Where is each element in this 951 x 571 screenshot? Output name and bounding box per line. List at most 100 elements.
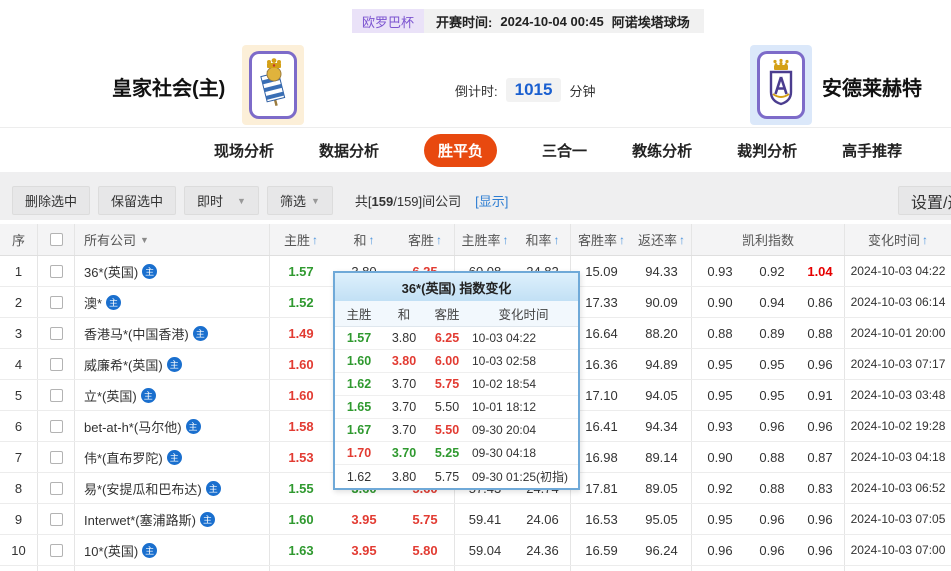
venue: 阿诺埃塔球场 [612,12,690,31]
home-odds-cell[interactable]: 1.58 [270,411,332,441]
kelly-away-cell: 0.91 [796,380,845,410]
row-checkbox-cell [38,349,75,379]
home-odds-cell[interactable]: 1.60 [270,380,332,410]
away-odds-cell[interactable]: 5.75 [396,504,455,534]
home-odds-cell[interactable]: 1.60 [270,349,332,379]
header-return-rate[interactable]: 返还率↑ [632,224,692,255]
company-cell[interactable]: 易*(安提瓜和巴布达) 主 [75,473,270,503]
row-checkbox[interactable] [50,544,63,557]
header-home-rate[interactable]: 主胜率↑ [455,224,515,255]
header-away-rate[interactable]: 客胜率↑ [571,224,632,255]
filter-dropdown[interactable]: 筛选▼ [267,186,333,215]
home-odds-cell[interactable]: 1.52 [270,287,332,317]
company-name[interactable]: 澳* [84,293,102,312]
main-company-icon[interactable]: 主 [167,450,182,465]
row-checkbox[interactable] [50,327,63,340]
row-checkbox[interactable] [50,513,63,526]
main-company-icon[interactable]: 主 [142,264,157,279]
company-name[interactable]: 立*(英国) [84,386,137,405]
company-name[interactable]: 伟*(直布罗陀) [84,448,163,467]
main-company-icon[interactable]: 主 [142,543,157,558]
main-company-icon[interactable]: 主 [167,357,182,372]
row-checkbox[interactable] [50,482,63,495]
nav-tab[interactable]: 裁判分析 [737,140,797,161]
company-cell[interactable]: 伟*(直布罗陀) 主 [75,442,270,472]
away-rate-cell: 17.81 [571,473,632,503]
table-header: 序 所有公司▼ 主胜↑ 和↑ 客胜↑ 主胜率↑ 和率↑ 客胜率↑ 返还率↑ 凯利… [0,224,951,256]
main-company-icon[interactable]: 主 [200,512,215,527]
popup-time-cell: 10-03 04:22 [469,331,578,345]
row-checkbox[interactable] [50,358,63,371]
nav-tab[interactable]: 胜平负 [424,134,497,167]
nav-tab[interactable]: 高手推荐 [842,140,902,161]
nav-tab[interactable]: 教练分析 [632,140,692,161]
header-home-odds[interactable]: 主胜↑ [270,224,332,255]
show-link[interactable]: [显示] [475,191,508,210]
row-checkbox[interactable] [50,296,63,309]
settings-button[interactable]: 设置/选择 [898,186,951,215]
row-checkbox[interactable] [50,451,63,464]
row-number: 10 [0,535,38,565]
row-checkbox-cell [38,318,75,348]
company-name[interactable]: 香港马*(中国香港) [84,324,189,343]
home-odds-cell[interactable] [270,566,332,571]
company-name[interactable]: 易*(安提瓜和巴布达) [84,479,202,498]
sort-asc-icon: ↑ [554,233,560,247]
company-cell[interactable]: Interwet*(塞浦路斯) 主 [75,504,270,534]
home-odds-cell[interactable]: 1.49 [270,318,332,348]
draw-odds-cell[interactable] [332,566,396,571]
header-away-odds[interactable]: 客胜↑ [396,224,455,255]
keep-selected-button[interactable]: 保留选中 [98,186,176,215]
draw-odds-cell[interactable]: 3.95 [332,504,396,534]
company-cell[interactable]: bet-at-h*(马尔他) 主 [75,411,270,441]
home-team-name: 皇家社会(主) [112,72,225,101]
instant-dropdown[interactable]: 即时▼ [184,186,259,215]
company-name[interactable]: bet-at-h*(马尔他) [84,417,182,436]
home-odds-cell[interactable]: 1.55 [270,473,332,503]
draw-odds-cell[interactable]: 3.95 [332,535,396,565]
company-cell[interactable] [75,566,270,571]
home-odds-cell[interactable]: 1.53 [270,442,332,472]
away-odds-cell[interactable] [396,566,455,571]
home-odds-cell[interactable]: 1.57 [270,256,332,286]
sort-asc-icon: ↑ [436,233,442,247]
nav-tab[interactable]: 三合一 [542,140,587,161]
kelly-away-cell: 0.96 [796,349,845,379]
away-odds-cell[interactable]: 5.80 [396,535,455,565]
row-checkbox[interactable] [50,420,63,433]
company-cell[interactable]: 澳* 主 [75,287,270,317]
home-odds-cell[interactable]: 1.63 [270,535,332,565]
company-cell[interactable]: 威廉希*(英国) 主 [75,349,270,379]
main-company-icon[interactable]: 主 [193,326,208,341]
company-name[interactable]: 威廉希*(英国) [84,355,163,374]
company-cell[interactable]: 香港马*(中国香港) 主 [75,318,270,348]
main-company-icon[interactable]: 主 [106,295,121,310]
company-cell[interactable]: 36*(英国) 主 [75,256,270,286]
company-name[interactable]: 36*(英国) [84,262,138,281]
row-checkbox[interactable] [50,265,63,278]
company-name[interactable]: 10*(英国) [84,541,138,560]
main-company-icon[interactable]: 主 [206,481,221,496]
home-odds-cell[interactable]: 1.60 [270,504,332,534]
delete-selected-button[interactable]: 删除选中 [12,186,90,215]
main-company-icon[interactable]: 主 [141,388,156,403]
header-change-time[interactable]: 变化时间↑ [845,224,951,255]
header-select-all[interactable] [38,224,75,255]
main-company-icon[interactable]: 主 [186,419,201,434]
row-checkbox[interactable] [50,389,63,402]
select-all-checkbox[interactable] [50,233,63,246]
company-cell[interactable]: 立*(英国) 主 [75,380,270,410]
away-rate-cell: 17.10 [571,380,632,410]
row-checkbox-cell [38,442,75,472]
nav-tab[interactable]: 数据分析 [319,140,379,161]
nav-tab[interactable]: 现场分析 [214,140,274,161]
kelly-home-cell: 0.92 [692,473,748,503]
header-draw-odds[interactable]: 和↑ [332,224,396,255]
company-cell[interactable]: 10*(英国) 主 [75,535,270,565]
popup-row: 1.573.806.2510-03 04:22 [335,327,578,350]
kelly-away-cell: 1.04 [796,256,845,286]
row-checkbox-cell [38,287,75,317]
header-draw-rate[interactable]: 和率↑ [515,224,571,255]
header-company[interactable]: 所有公司▼ [75,224,270,255]
company-name[interactable]: Interwet*(塞浦路斯) [84,510,196,529]
